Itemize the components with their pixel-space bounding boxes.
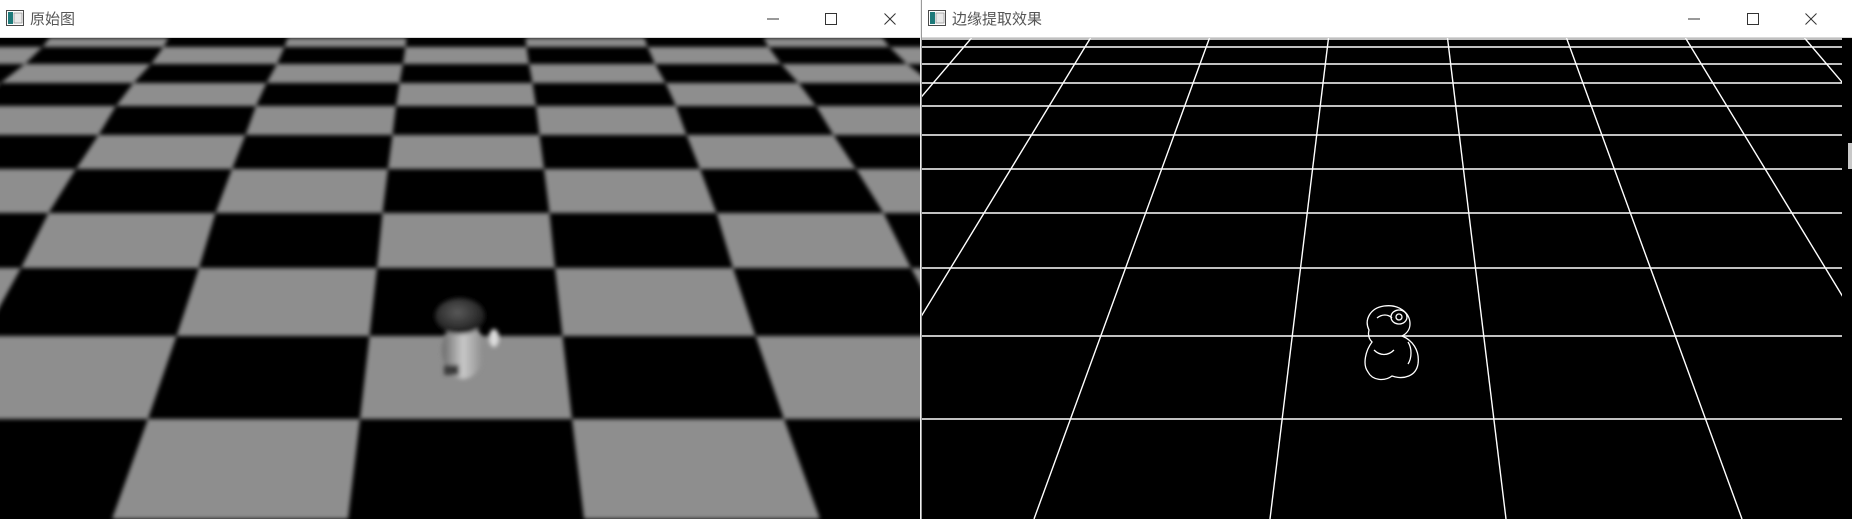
board-square bbox=[686, 135, 856, 169]
window-title: 原始图 bbox=[30, 10, 76, 28]
opencv-window-icon bbox=[928, 10, 946, 26]
board-square bbox=[755, 336, 920, 419]
board-square bbox=[151, 47, 285, 64]
opencv-window-icon bbox=[6, 10, 24, 26]
board-square bbox=[266, 64, 403, 83]
board-square bbox=[536, 106, 687, 135]
minimize-button[interactable] bbox=[1666, 3, 1722, 35]
board-square bbox=[525, 38, 648, 47]
close-icon bbox=[1805, 13, 1817, 25]
close-button[interactable] bbox=[1783, 3, 1839, 35]
title-bar[interactable]: 原始图 bbox=[0, 0, 920, 38]
board-square bbox=[572, 419, 820, 519]
minimize-icon bbox=[1688, 18, 1700, 20]
board-square bbox=[21, 213, 216, 268]
board-square bbox=[116, 83, 267, 106]
board-square bbox=[665, 83, 816, 106]
close-button[interactable] bbox=[862, 3, 918, 35]
board-square bbox=[388, 135, 544, 169]
edge-detection-window: 边缘提取效果 bbox=[921, 0, 1852, 519]
maximize-icon bbox=[825, 13, 837, 25]
board-square bbox=[215, 169, 388, 213]
close-icon bbox=[884, 13, 896, 25]
board-square bbox=[396, 83, 536, 106]
board-square bbox=[716, 213, 911, 268]
board-square bbox=[781, 64, 920, 83]
board-square bbox=[284, 38, 407, 47]
board-square bbox=[176, 268, 377, 336]
edge-render bbox=[922, 38, 1842, 519]
board-square bbox=[403, 47, 529, 64]
edge-image bbox=[922, 38, 1852, 519]
maximize-icon bbox=[1747, 13, 1759, 25]
board-square bbox=[76, 135, 246, 169]
maximize-button[interactable] bbox=[803, 3, 859, 35]
board-square bbox=[0, 106, 116, 135]
board-square bbox=[245, 106, 396, 135]
minimize-icon bbox=[767, 18, 779, 20]
board-square bbox=[529, 64, 666, 83]
window-title: 边缘提取效果 bbox=[952, 10, 1043, 28]
maximize-button[interactable] bbox=[1725, 3, 1781, 35]
board-square bbox=[544, 169, 717, 213]
board-square bbox=[816, 106, 920, 135]
board-square bbox=[647, 47, 781, 64]
scrollbar-hint[interactable] bbox=[1848, 143, 1852, 169]
original-image bbox=[0, 38, 920, 519]
checkerboard-render bbox=[0, 38, 920, 519]
board-square bbox=[763, 38, 890, 47]
board-square bbox=[555, 268, 756, 336]
board-square bbox=[0, 336, 177, 419]
board-square bbox=[377, 213, 555, 268]
board-square bbox=[42, 38, 169, 47]
board-square bbox=[0, 64, 151, 83]
title-bar[interactable]: 边缘提取效果 bbox=[922, 0, 1852, 38]
board-square bbox=[112, 419, 360, 519]
minimize-button[interactable] bbox=[745, 3, 801, 35]
original-image-window: 原始图 bbox=[0, 0, 920, 519]
